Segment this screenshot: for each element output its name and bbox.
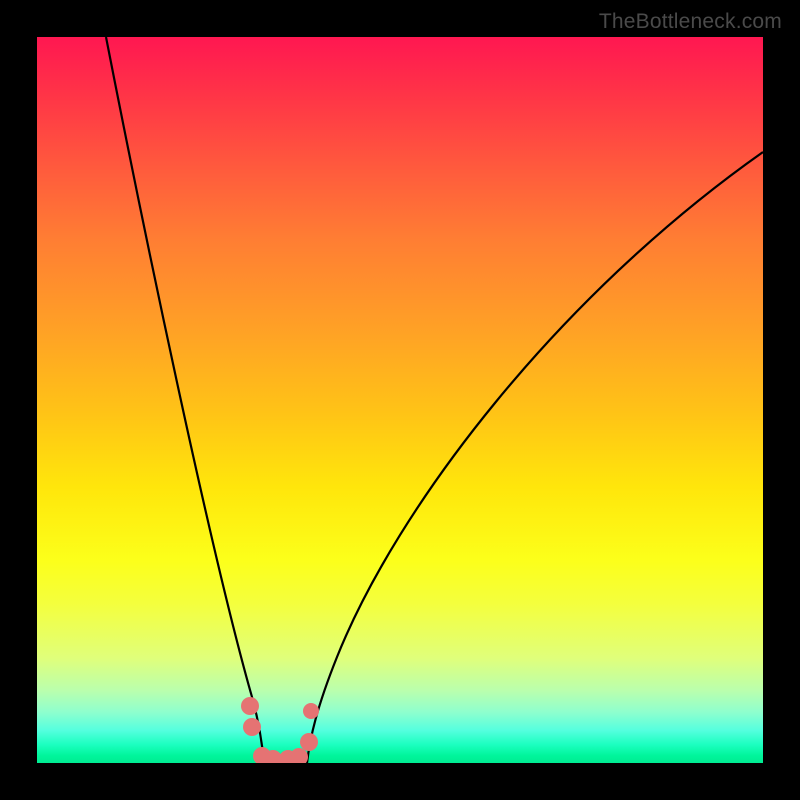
data-marker [241,697,259,715]
data-marker [290,748,308,763]
chart-frame: TheBottleneck.com [0,0,800,800]
curve-left [106,37,264,763]
plot-area [37,37,763,763]
data-marker [243,718,261,736]
watermark-text: TheBottleneck.com [599,10,782,34]
curve-right [307,152,763,763]
data-marker [300,733,318,751]
curve-layer [37,37,763,763]
data-marker [303,703,319,719]
